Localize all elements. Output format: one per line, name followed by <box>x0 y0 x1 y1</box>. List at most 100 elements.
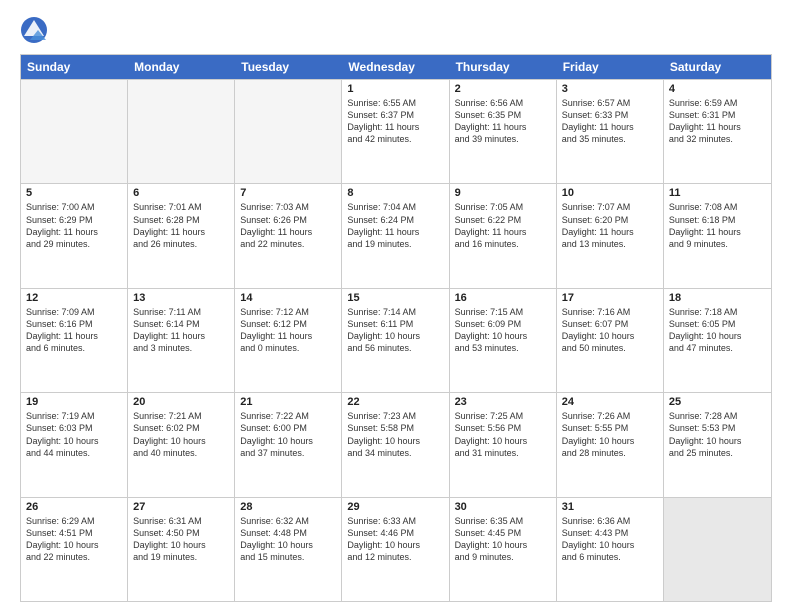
day-number: 22 <box>347 396 443 408</box>
day-info: Sunrise: 6:56 AM Sunset: 6:35 PM Dayligh… <box>455 97 551 146</box>
calendar-cell: 26 Sunrise: 6:29 AM Sunset: 4:51 PM Dayli… <box>21 498 128 601</box>
logo <box>20 16 50 44</box>
calendar-cell: 14Sunrise: 7:12 AM Sunset: 6:12 PM Dayli… <box>235 289 342 392</box>
calendar-cell: 22 Sunrise: 7:23 AM Sunset: 5:58 PM Dayli… <box>342 393 449 496</box>
calendar-cell: 29 Sunrise: 6:33 AM Sunset: 4:46 PM Dayli… <box>342 498 449 601</box>
weekday-header: Sunday <box>21 55 128 79</box>
day-info: Sunrise: 7:28 AM Sunset: 5:53 PM Dayligh… <box>669 410 766 459</box>
calendar-cell: 28 Sunrise: 6:32 AM Sunset: 4:48 PM Dayli… <box>235 498 342 601</box>
day-number: 29 <box>347 501 443 513</box>
calendar-cell: 30Sunrise: 6:35 AM Sunset: 4:45 PM Dayli… <box>450 498 557 601</box>
calendar-row: 12 Sunrise: 7:09 AM Sunset: 6:16 PM Dayli… <box>21 288 771 392</box>
day-info: Sunrise: 6:31 AM Sunset: 4:50 PM Dayligh… <box>133 515 229 564</box>
calendar-cell: 25 Sunrise: 7:28 AM Sunset: 5:53 PM Dayli… <box>664 393 771 496</box>
calendar-row: 19 Sunrise: 7:19 AM Sunset: 6:03 PM Dayli… <box>21 392 771 496</box>
day-number: 27 <box>133 501 229 513</box>
day-number: 3 <box>562 83 658 95</box>
day-info: Sunrise: 7:04 AM Sunset: 6:24 PM Dayligh… <box>347 201 443 250</box>
day-info: Sunrise: 7:14 AM Sunset: 6:11 PM Dayligh… <box>347 306 443 355</box>
day-number: 2 <box>455 83 551 95</box>
day-number: 9 <box>455 187 551 199</box>
day-info: Sunrise: 7:07 AM Sunset: 6:20 PM Dayligh… <box>562 201 658 250</box>
day-info: Sunrise: 7:11 AM Sunset: 6:14 PM Dayligh… <box>133 306 229 355</box>
calendar-cell: 17Sunrise: 7:16 AM Sunset: 6:07 PM Dayli… <box>557 289 664 392</box>
day-info: Sunrise: 7:00 AM Sunset: 6:29 PM Dayligh… <box>26 201 122 250</box>
day-number: 13 <box>133 292 229 304</box>
day-number: 25 <box>669 396 766 408</box>
day-info: Sunrise: 6:59 AM Sunset: 6:31 PM Dayligh… <box>669 97 766 146</box>
day-number: 4 <box>669 83 766 95</box>
day-number: 7 <box>240 187 336 199</box>
calendar-cell: 6 Sunrise: 7:01 AM Sunset: 6:28 PM Daylig… <box>128 184 235 287</box>
day-number: 21 <box>240 396 336 408</box>
page: SundayMondayTuesdayWednesdayThursdayFrid… <box>0 0 792 612</box>
day-number: 26 <box>26 501 122 513</box>
calendar-cell <box>235 80 342 183</box>
day-number: 19 <box>26 396 122 408</box>
day-info: Sunrise: 7:15 AM Sunset: 6:09 PM Dayligh… <box>455 306 551 355</box>
weekday-header: Saturday <box>664 55 771 79</box>
day-info: Sunrise: 7:26 AM Sunset: 5:55 PM Dayligh… <box>562 410 658 459</box>
day-number: 6 <box>133 187 229 199</box>
calendar-cell: 24Sunrise: 7:26 AM Sunset: 5:55 PM Dayli… <box>557 393 664 496</box>
day-info: Sunrise: 6:32 AM Sunset: 4:48 PM Dayligh… <box>240 515 336 564</box>
day-number: 17 <box>562 292 658 304</box>
day-info: Sunrise: 7:19 AM Sunset: 6:03 PM Dayligh… <box>26 410 122 459</box>
calendar-cell: 4 Sunrise: 6:59 AM Sunset: 6:31 PM Daylig… <box>664 80 771 183</box>
day-info: Sunrise: 6:29 AM Sunset: 4:51 PM Dayligh… <box>26 515 122 564</box>
calendar-row: 1Sunrise: 6:55 AM Sunset: 6:37 PM Daylig… <box>21 79 771 183</box>
calendar-cell: 13 Sunrise: 7:11 AM Sunset: 6:14 PM Dayli… <box>128 289 235 392</box>
day-info: Sunrise: 7:08 AM Sunset: 6:18 PM Dayligh… <box>669 201 766 250</box>
weekday-header: Thursday <box>450 55 557 79</box>
day-info: Sunrise: 6:35 AM Sunset: 4:45 PM Dayligh… <box>455 515 551 564</box>
calendar-cell: 15 Sunrise: 7:14 AM Sunset: 6:11 PM Dayli… <box>342 289 449 392</box>
day-info: Sunrise: 7:18 AM Sunset: 6:05 PM Dayligh… <box>669 306 766 355</box>
day-number: 16 <box>455 292 551 304</box>
calendar-cell <box>664 498 771 601</box>
day-number: 5 <box>26 187 122 199</box>
calendar-cell: 7 Sunrise: 7:03 AM Sunset: 6:26 PM Daylig… <box>235 184 342 287</box>
day-number: 23 <box>455 396 551 408</box>
day-info: Sunrise: 6:57 AM Sunset: 6:33 PM Dayligh… <box>562 97 658 146</box>
logo-icon <box>20 16 48 44</box>
calendar-cell: 18 Sunrise: 7:18 AM Sunset: 6:05 PM Dayli… <box>664 289 771 392</box>
calendar-cell: 23 Sunrise: 7:25 AM Sunset: 5:56 PM Dayli… <box>450 393 557 496</box>
calendar-cell: 31 Sunrise: 6:36 AM Sunset: 4:43 PM Dayli… <box>557 498 664 601</box>
day-number: 18 <box>669 292 766 304</box>
calendar-cell: 8 Sunrise: 7:04 AM Sunset: 6:24 PM Daylig… <box>342 184 449 287</box>
day-info: Sunrise: 7:09 AM Sunset: 6:16 PM Dayligh… <box>26 306 122 355</box>
calendar-cell: 1Sunrise: 6:55 AM Sunset: 6:37 PM Daylig… <box>342 80 449 183</box>
calendar-cell: 9 Sunrise: 7:05 AM Sunset: 6:22 PM Daylig… <box>450 184 557 287</box>
calendar: SundayMondayTuesdayWednesdayThursdayFrid… <box>20 54 772 602</box>
day-info: Sunrise: 7:25 AM Sunset: 5:56 PM Dayligh… <box>455 410 551 459</box>
day-info: Sunrise: 7:01 AM Sunset: 6:28 PM Dayligh… <box>133 201 229 250</box>
day-info: Sunrise: 6:36 AM Sunset: 4:43 PM Dayligh… <box>562 515 658 564</box>
day-number: 20 <box>133 396 229 408</box>
calendar-cell: 2 Sunrise: 6:56 AM Sunset: 6:35 PM Daylig… <box>450 80 557 183</box>
day-info: Sunrise: 7:21 AM Sunset: 6:02 PM Dayligh… <box>133 410 229 459</box>
calendar-cell: 21Sunrise: 7:22 AM Sunset: 6:00 PM Dayli… <box>235 393 342 496</box>
calendar-cell <box>128 80 235 183</box>
calendar-cell: 16 Sunrise: 7:15 AM Sunset: 6:09 PM Dayli… <box>450 289 557 392</box>
calendar-cell: 20 Sunrise: 7:21 AM Sunset: 6:02 PM Dayli… <box>128 393 235 496</box>
calendar-row: 5 Sunrise: 7:00 AM Sunset: 6:29 PM Daylig… <box>21 183 771 287</box>
calendar-cell: 11Sunrise: 7:08 AM Sunset: 6:18 PM Dayli… <box>664 184 771 287</box>
calendar-cell: 19 Sunrise: 7:19 AM Sunset: 6:03 PM Dayli… <box>21 393 128 496</box>
day-info: Sunrise: 7:03 AM Sunset: 6:26 PM Dayligh… <box>240 201 336 250</box>
day-info: Sunrise: 7:05 AM Sunset: 6:22 PM Dayligh… <box>455 201 551 250</box>
day-number: 12 <box>26 292 122 304</box>
calendar-body: 1Sunrise: 6:55 AM Sunset: 6:37 PM Daylig… <box>21 79 771 601</box>
day-info: Sunrise: 7:12 AM Sunset: 6:12 PM Dayligh… <box>240 306 336 355</box>
calendar-cell: 5 Sunrise: 7:00 AM Sunset: 6:29 PM Daylig… <box>21 184 128 287</box>
day-info: Sunrise: 6:33 AM Sunset: 4:46 PM Dayligh… <box>347 515 443 564</box>
day-number: 10 <box>562 187 658 199</box>
calendar-header: SundayMondayTuesdayWednesdayThursdayFrid… <box>21 55 771 79</box>
day-number: 31 <box>562 501 658 513</box>
day-number: 28 <box>240 501 336 513</box>
day-number: 15 <box>347 292 443 304</box>
header <box>20 16 772 44</box>
calendar-cell <box>21 80 128 183</box>
day-number: 8 <box>347 187 443 199</box>
calendar-cell: 27 Sunrise: 6:31 AM Sunset: 4:50 PM Dayli… <box>128 498 235 601</box>
day-info: Sunrise: 7:23 AM Sunset: 5:58 PM Dayligh… <box>347 410 443 459</box>
